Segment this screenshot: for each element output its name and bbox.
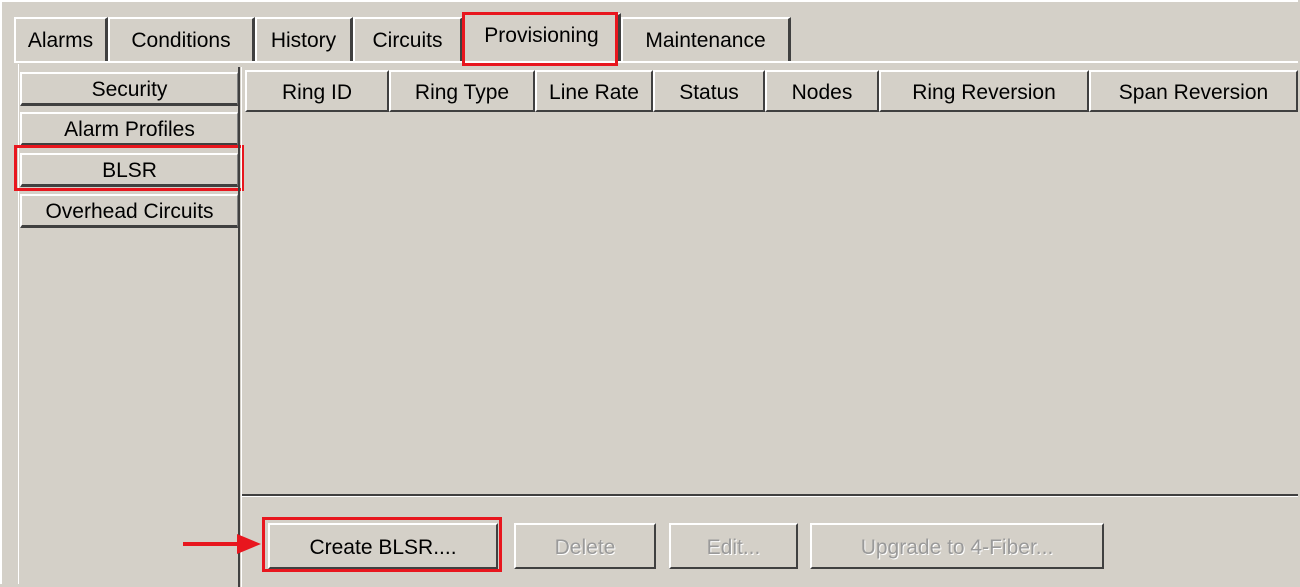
delete-button[interactable]: Delete [514,523,656,569]
column-label: Nodes [791,81,853,104]
subtab-alarm-profiles[interactable]: Alarm Profiles [20,112,238,146]
column-label: Ring ID [281,81,353,104]
tab-label: Alarms [27,29,94,52]
upgrade-to-4-fiber-button[interactable]: Upgrade to 4-Fiber... [810,523,1104,569]
column-label: Span Reversion [1118,81,1269,104]
subtab-label: BLSR [102,159,157,182]
subtab-edge [18,64,19,584]
column-header-line-rate[interactable]: Line Rate [535,70,653,112]
subtab-label: Overhead Circuits [45,200,214,223]
column-label: Status [679,81,739,104]
panel-divider-highlight [241,67,242,587]
tab-label: History [270,29,337,52]
tab-conditions[interactable]: Conditions [108,17,255,61]
arrow-pointer-icon [183,534,261,554]
button-label: Edit... [706,536,761,559]
tab-label: Provisioning [484,24,599,47]
button-label: Create BLSR.... [309,536,457,559]
tab-history[interactable]: History [255,17,353,61]
table-bottom-edge-highlight [242,496,1298,497]
edit-button[interactable]: Edit... [669,523,798,569]
subtab-overhead-circuits[interactable]: Overhead Circuits [20,194,238,228]
blsr-table[interactable]: Ring ID Ring Type Line Rate Status Nodes… [245,70,1298,496]
column-label: Line Rate [549,81,639,104]
column-header-status[interactable]: Status [653,70,765,112]
subtab-label: Alarm Profiles [64,118,195,141]
tab-maintenance[interactable]: Maintenance [621,17,791,61]
column-header-ring-id[interactable]: Ring ID [245,70,389,112]
subtab-security[interactable]: Security [20,72,238,106]
button-label: Delete [554,536,616,559]
column-header-ring-type[interactable]: Ring Type [389,70,535,112]
column-header-ring-reversion[interactable]: Ring Reversion [879,70,1089,112]
tab-label: Circuits [372,29,443,52]
subtab-blsr[interactable]: BLSR [20,153,238,187]
create-blsr-button[interactable]: Create BLSR.... [268,523,498,569]
column-header-nodes[interactable]: Nodes [765,70,879,112]
tab-alarms[interactable]: Alarms [14,17,108,61]
tab-label: Maintenance [645,29,766,52]
panel-divider [238,67,240,587]
column-label: Ring Type [414,81,510,104]
tab-provisioning[interactable]: Provisioning [463,13,621,63]
tab-circuits[interactable]: Circuits [353,17,463,61]
tab-label: Conditions [131,29,231,52]
column-label: Ring Reversion [912,81,1056,104]
button-label: Upgrade to 4-Fiber... [860,536,1054,559]
subtab-label: Security [91,78,168,101]
tab-underline [14,61,1298,63]
column-header-span-reversion[interactable]: Span Reversion [1089,70,1298,112]
